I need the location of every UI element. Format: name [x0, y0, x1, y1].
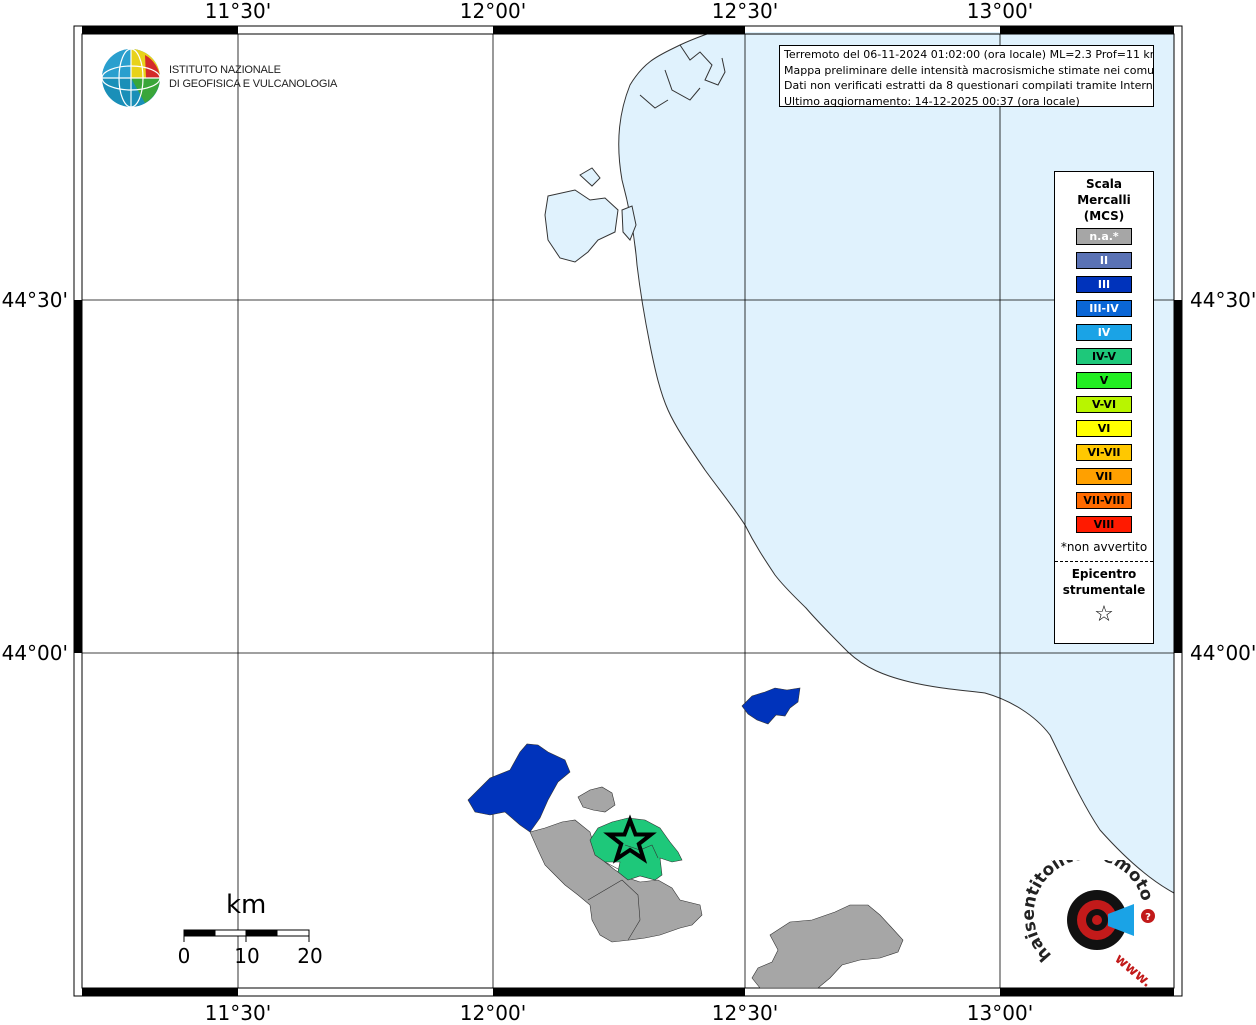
info-line-update: Ultimo aggiornamento: 14-12-2025 00:37 (… [784, 94, 1080, 107]
scale-tick-20: 20 [297, 944, 323, 968]
legend-item-v: V [1076, 372, 1132, 389]
svg-text:?: ? [1145, 912, 1151, 923]
info-line-data: Dati non verificati estratti da 8 questi… [784, 79, 1154, 92]
info-box: Terremoto del 06-11-2024 01:02:00 (ora l… [779, 45, 1154, 107]
legend-title: Scala Mercalli (MCS) [1055, 176, 1153, 224]
scale-tick-10: 10 [234, 944, 260, 968]
lon-label-bottom-1: 11°30' [204, 1001, 272, 1025]
legend-items: n.a.* II III III-IV IV IV-V V V-VI VI VI-VII VII VI… [1055, 228, 1153, 533]
legend-item-iv-v: IV-V [1076, 348, 1132, 365]
legend-title-line2: Mercalli [1077, 193, 1131, 207]
star-icon: ☆ [1094, 602, 1114, 627]
legend-divider [1055, 561, 1153, 562]
scale-bar: km 0 10 20 [170, 890, 330, 970]
lon-label-top-2: 12°00' [459, 0, 527, 23]
lon-label-top-4: 13°00' [966, 0, 1034, 23]
legend-epicentre-line2: strumentale [1062, 583, 1146, 597]
lat-label-right-1: 44°30' [1190, 288, 1256, 312]
lat-label-left-2: 44°00' [1, 641, 68, 665]
lat-label-left-1: 44°30' [1, 288, 68, 312]
legend-epicentre: Epicentro strumentale [1055, 566, 1153, 598]
legend: Scala Mercalli (MCS) n.a.* II III III-IV IV I… [1054, 171, 1154, 644]
lon-label-top-3: 12°30' [711, 0, 779, 23]
ingv-name-line1: ISTITUTO NAZIONALE [169, 64, 281, 76]
legend-epicentre-line1: Epicentro [1071, 567, 1137, 581]
legend-item-ii: II [1076, 252, 1132, 269]
legend-item-vii-viii: VII-VIII [1076, 492, 1132, 509]
legend-item-viii: VIII [1076, 516, 1132, 533]
info-line-event: Terremoto del 06-11-2024 01:02:00 (ora l… [784, 48, 1154, 61]
ingv-logo: ISTITUTO NAZIONALE DI GEOFISICA E VULCAN… [100, 47, 337, 114]
legend-item-iv: IV [1076, 324, 1132, 341]
legend-item-vi-vii: VI-VII [1076, 444, 1132, 461]
municipality-iii-west [467, 743, 571, 833]
lon-label-top-1: 11°30' [204, 0, 272, 23]
lagoon-small [579, 167, 601, 187]
legend-item-n-a: n.a.* [1076, 228, 1132, 245]
haisentito-url: www. [1111, 951, 1154, 990]
scale-unit: km [226, 890, 267, 920]
lat-label-right-2: 44°00' [1190, 641, 1256, 665]
haisentito-logo: haisentitoilterremoto.it ? www. [1022, 860, 1157, 990]
legend-item-iii: III [1076, 276, 1132, 293]
legend-title-line1: Scala [1085, 177, 1123, 191]
legend-note: *non avvertito [1060, 540, 1148, 554]
lagoon [544, 189, 619, 263]
municipality-na-southeast [751, 904, 904, 989]
legend-item-vi: VI [1076, 420, 1132, 437]
legend-item-vii: VII [1076, 468, 1132, 485]
lon-label-bottom-4: 13°00' [966, 1001, 1034, 1025]
lon-label-bottom-2: 12°00' [459, 1001, 527, 1025]
ingv-name: ISTITUTO NAZIONALE DI GEOFISICA E VULCAN… [169, 63, 337, 91]
info-line-map: Mappa preliminare delle intensità macros… [784, 63, 1154, 77]
ingv-name-line2: DI GEOFISICA E VULCANOLOGIA [169, 78, 338, 90]
legend-title-line3: (MCS) [1083, 209, 1125, 223]
ingv-globe-icon [101, 48, 161, 108]
legend-item-iii-iv: III-IV [1076, 300, 1132, 317]
lon-label-bottom-3: 12°30' [711, 1001, 779, 1025]
scale-tick-0: 0 [177, 944, 191, 968]
municipality-iii-north [741, 687, 801, 725]
municipality-na-north [577, 786, 616, 813]
legend-item-v-vi: V-VI [1076, 396, 1132, 413]
